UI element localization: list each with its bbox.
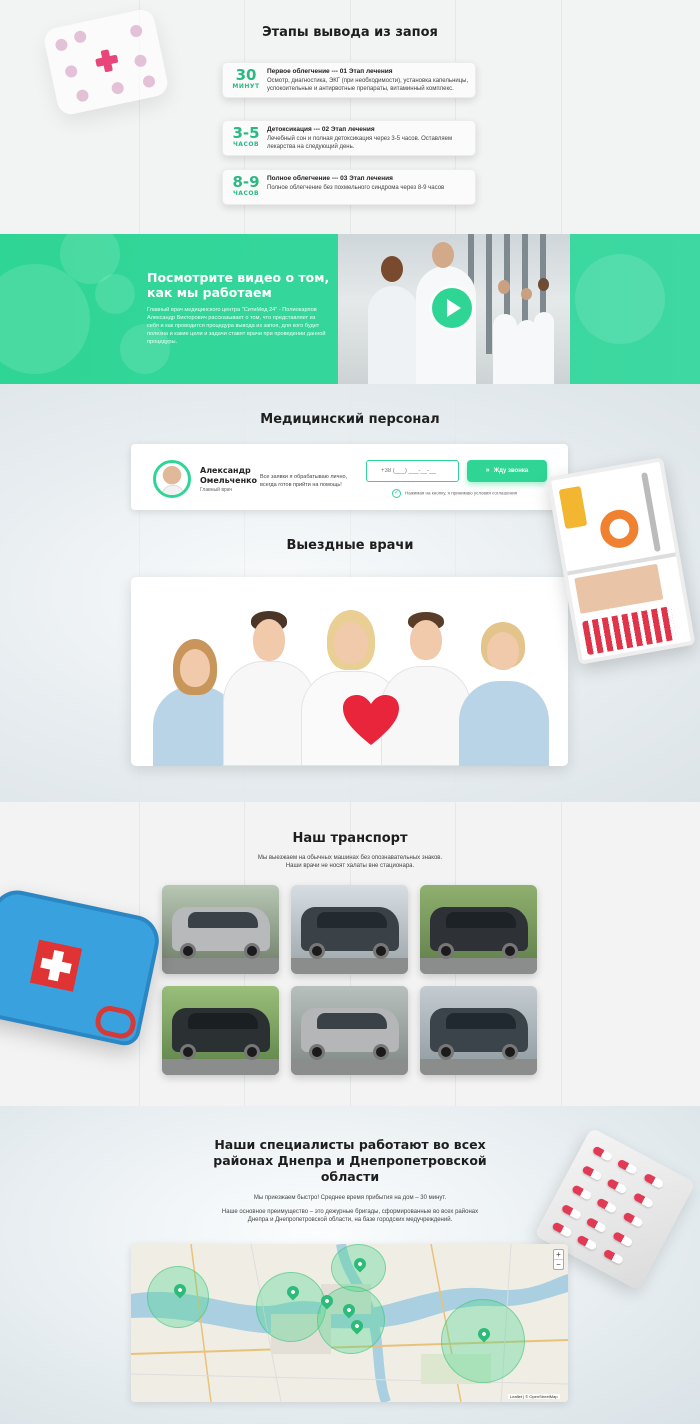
car-photo <box>420 986 537 1075</box>
stage-title: Первое облегчение --- 01 Этап лечения <box>267 68 393 75</box>
stage-unit: МИНУТ <box>232 83 260 90</box>
car-photo <box>291 885 408 974</box>
cross-icon <box>94 48 120 74</box>
stage-title: Полное облегчение --- 03 Этап лечения <box>267 175 393 182</box>
avatar <box>153 460 191 498</box>
heart-icon <box>343 695 399 745</box>
stage-card-3: 8-9 ЧАСОВ Полное облегчение --- 03 Этап л… <box>222 169 476 205</box>
car-photo <box>291 986 408 1075</box>
stage-number: 8-9 <box>232 173 260 191</box>
transport-title: Наш транспорт <box>292 831 408 846</box>
zoom-out-button[interactable]: − <box>554 1260 563 1270</box>
video-title: Посмотрите видео о том, как мы работаем <box>147 270 330 300</box>
stages-title: Этапы вывода из запоя <box>262 25 438 40</box>
stage-card-1: 30 МИНУТ Первое облегчение --- 01 Этап ле… <box>222 62 476 98</box>
map-zoom-control: + − <box>553 1249 564 1270</box>
car-photo <box>162 986 279 1075</box>
stage-unit: ЧАСОВ <box>232 141 260 148</box>
stage-card-2: 3-5 ЧАСОВ Детоксикация --- 02 Этап лечени… <box>222 120 476 156</box>
phone-arrow-icon: » <box>485 467 490 474</box>
stage-number: 3-5 <box>232 124 260 142</box>
cross-icon <box>29 939 83 992</box>
call-button-label: Жду звонка <box>493 468 529 474</box>
car-photo <box>420 885 537 974</box>
stage-description: Лечебный сон и полная детоксикация через… <box>267 136 453 150</box>
stage-title: Детоксикация --- 02 Этап лечения <box>267 126 375 133</box>
transport-subtitle-2: Наши врачи не носят халаты вне стационар… <box>285 863 415 869</box>
stage-number: 30 <box>235 66 257 84</box>
service-zone <box>256 1272 326 1342</box>
video-description: Главный врач медицинского центра "СитиМе… <box>147 307 326 345</box>
map-attribution[interactable]: Leaflet | © OpenStreetMap <box>508 1394 560 1399</box>
transport-subtitle-1: Мы выезжаем на обычных машинах без опозн… <box>257 855 443 861</box>
phone-input[interactable] <box>366 460 459 482</box>
zoom-in-button[interactable]: + <box>554 1250 563 1260</box>
service-area-map[interactable] <box>131 1244 568 1402</box>
car-photo <box>162 885 279 974</box>
stage-description: Полное облегчение без похмельного синдро… <box>267 185 445 191</box>
consent-text: Нажимая на кнопку, я принимаю условия со… <box>405 490 518 496</box>
consent-checkbox[interactable]: ✓ <box>392 489 401 498</box>
consent-row[interactable]: ✓ Нажимая на кнопку, я принимаю условия с… <box>392 489 517 498</box>
call-request-button[interactable]: » Жду звонка <box>467 460 547 482</box>
staff-title: Медицинский персонал <box>260 412 440 427</box>
stage-unit: ЧАСОВ <box>232 190 260 197</box>
stage-description: Осмотр, диагностика, ЭКГ (при необходимо… <box>267 78 469 92</box>
play-icon[interactable] <box>432 288 472 328</box>
doctor-name: Александр Омельченко <box>200 466 258 485</box>
doctor-role: Главный врач <box>200 487 233 493</box>
doctor-message: Все заявки я обрабатываю лично, всегда г… <box>260 474 348 488</box>
